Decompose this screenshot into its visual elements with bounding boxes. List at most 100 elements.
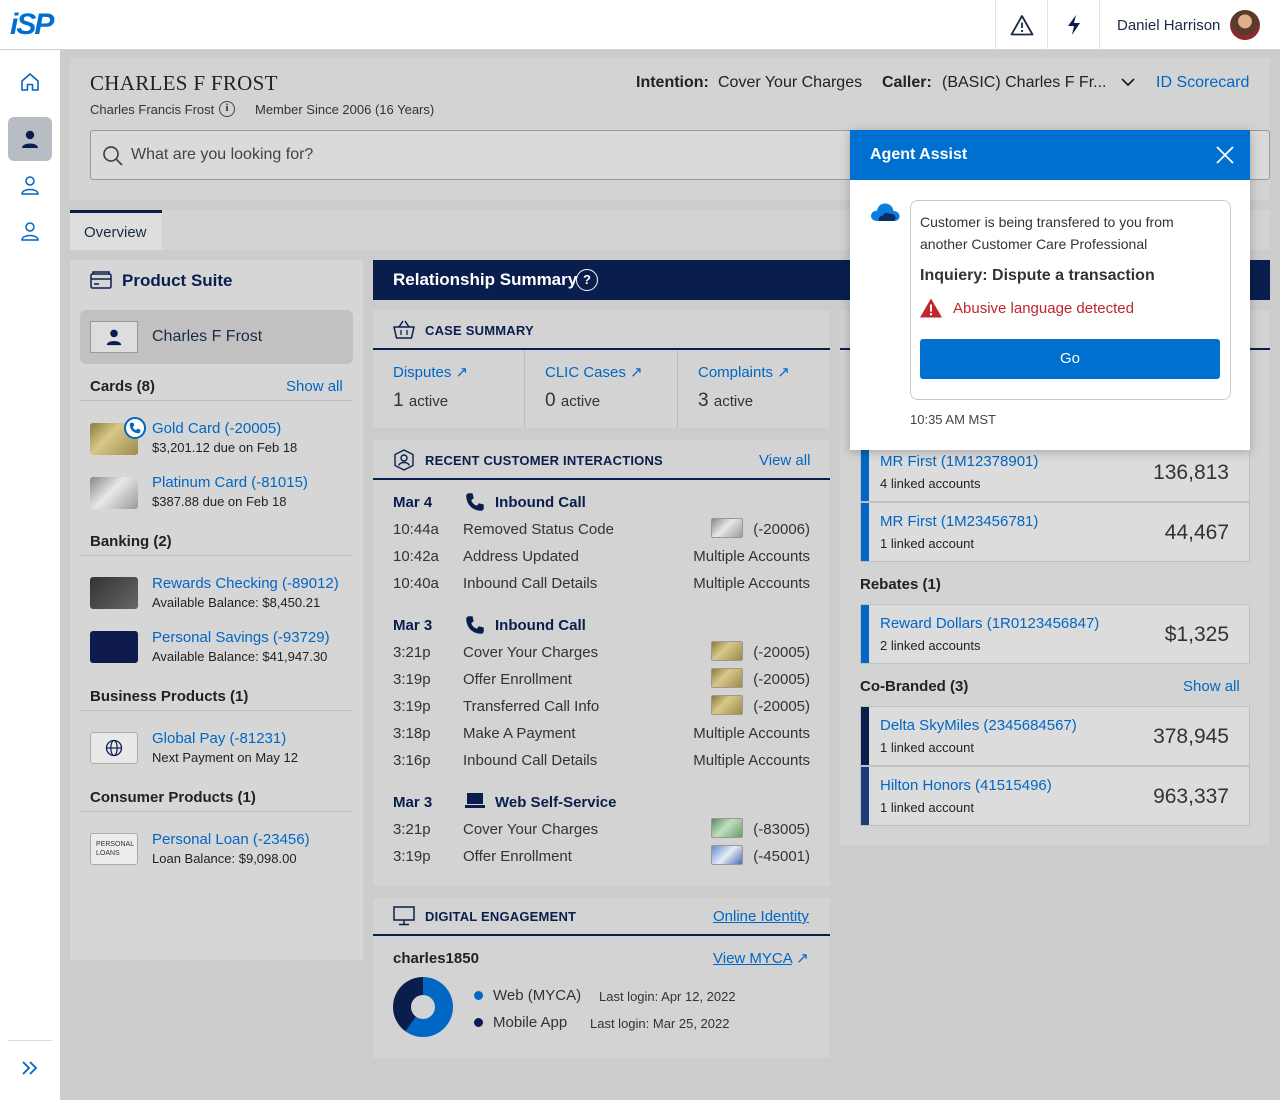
id-scorecard-link[interactable]: ID Scorecard [1156, 74, 1249, 92]
home-nav[interactable] [8, 60, 52, 104]
interactions-view-all-link[interactable]: View all [759, 452, 810, 469]
card-thumbnail [711, 695, 743, 715]
account-name[interactable]: MR First (1M12378901) [880, 453, 1038, 470]
co-branded-show-all-link[interactable]: Show all [1183, 678, 1240, 695]
alerts-button[interactable] [995, 0, 1047, 50]
platinum-card-due: $387.88 due on Feb 18 [152, 494, 287, 509]
interaction-type: Inbound Call [495, 494, 586, 511]
phone-icon [466, 616, 484, 634]
online-identity-link[interactable]: Online Identity [713, 908, 809, 925]
transfer-message: Customer is being transfered to you from… [920, 214, 1174, 252]
global-pay-image [90, 732, 138, 764]
customer-full-name: Charles Francis Frost [90, 102, 215, 117]
account-name[interactable]: Reward Dollars (1R0123456847) [880, 615, 1099, 632]
globe-icon [105, 739, 123, 757]
user-name[interactable]: Daniel Harrison [1117, 17, 1220, 34]
double-chevron-right-icon [22, 1061, 38, 1075]
person-icon [22, 130, 38, 148]
co-branded-account-card[interactable]: Hilton Honors (41515496) 1 linked accoun… [860, 766, 1250, 826]
app-logo[interactable]: iSP [10, 8, 54, 42]
interaction-account: (-20005) [753, 698, 810, 715]
interaction-description: Inbound Call Details [463, 752, 598, 769]
expand-sidebar-button[interactable] [8, 1046, 52, 1090]
card-thumbnail [711, 845, 743, 865]
banking-header: Banking (2) [90, 533, 172, 550]
mr-account-card[interactable]: MR First (1M23456781) 1 linked account 4… [860, 502, 1250, 562]
platinum-card-link[interactable]: Platinum Card (-81015) [152, 474, 308, 491]
card-thumbnail [711, 668, 743, 688]
interaction-account: (-20005) [753, 644, 810, 661]
caller-label: Caller: [882, 74, 932, 91]
account-name[interactable]: Hilton Honors (41515496) [880, 777, 1052, 794]
interaction-time: 3:16p [393, 752, 431, 769]
secondary-customer-nav[interactable] [8, 163, 52, 207]
divider [677, 350, 678, 428]
gold-card-due: $3,201.12 due on Feb 18 [152, 440, 298, 455]
clic-cases-link[interactable]: CLIC Cases ↗ [545, 363, 643, 381]
support-agent-icon [394, 449, 414, 471]
account-points: 44,467 [1164, 521, 1229, 544]
complaints-unit: active [713, 393, 754, 410]
caller-select[interactable]: (BASIC) Charles F Fr... [942, 74, 1106, 92]
personal-loan-badge: PERSONAL LOANS [90, 833, 138, 865]
view-myca-link[interactable]: View MYCA ↗ [713, 949, 809, 967]
personal-loan-link[interactable]: Personal Loan (-23456) [152, 831, 310, 848]
interaction-time: 3:19p [393, 848, 431, 865]
interaction-date: Mar 4 [393, 494, 433, 511]
gold-card-link[interactable]: Gold Card (-20005) [152, 420, 281, 437]
help-icon[interactable]: ? [576, 269, 598, 291]
user-avatar[interactable] [1230, 10, 1260, 40]
complaints-link[interactable]: Complaints ↗ [698, 363, 790, 381]
online-username: charles1850 [393, 950, 479, 967]
interaction-time: 10:42a [393, 548, 439, 565]
search-input[interactable] [131, 143, 831, 167]
account-linked: 4 linked accounts [880, 476, 981, 491]
interaction-time: 3:18p [393, 725, 431, 742]
account-accent [861, 605, 869, 663]
interaction-account: Multiple Accounts [693, 548, 810, 565]
go-button[interactable]: Go [920, 339, 1220, 379]
account-name[interactable]: Delta SkyMiles (2345684567) [880, 717, 1077, 734]
clic-cases-unit: active [560, 393, 601, 410]
account-name[interactable]: MR First (1M23456781) [880, 513, 1038, 530]
personal-savings-balance: Available Balance: $41,947.30 [152, 649, 328, 664]
interaction-time: 10:44a [393, 521, 439, 538]
complaints-count: 3 active [698, 390, 753, 412]
interaction-description: Cover Your Charges [463, 821, 599, 838]
external-arrow-icon: ↗ [455, 364, 469, 381]
mr-account-card[interactable]: MR First (1M12378901) 4 linked accounts … [860, 442, 1250, 502]
laptop-icon [465, 793, 485, 808]
channel-donut-chart [393, 977, 453, 1037]
savings-card-image [90, 631, 138, 663]
account-points: 378,945 [1153, 725, 1229, 748]
interaction-time: 10:40a [393, 575, 439, 592]
co-branded-account-card[interactable]: Delta SkyMiles (2345684567) 1 linked acc… [860, 706, 1250, 766]
lightning-icon [1067, 15, 1080, 35]
product-suite-customer-name: Charles F Frost [152, 328, 263, 345]
home-icon [21, 73, 39, 91]
platinum-card-image [90, 477, 138, 509]
divider [373, 934, 830, 936]
abusive-language-alert: Abusive language detected [953, 300, 1134, 317]
info-icon[interactable]: i [219, 101, 235, 117]
divider [80, 811, 352, 812]
interaction-time: 3:19p [393, 671, 431, 688]
consumer-products-header: Consumer Products (1) [90, 789, 256, 806]
tab-overview[interactable]: Overview [70, 210, 162, 250]
interactions-box [373, 440, 830, 886]
chevron-down-icon[interactable] [1120, 76, 1136, 88]
disputes-link[interactable]: Disputes ↗ [393, 363, 468, 381]
rebate-account-card[interactable]: Reward Dollars (1R0123456847) 2 linked a… [860, 604, 1250, 664]
personal-savings-link[interactable]: Personal Savings (-93729) [152, 629, 330, 646]
interaction-description: Cover Your Charges [463, 644, 599, 661]
cards-show-all-link[interactable]: Show all [286, 378, 343, 395]
rewards-checking-link[interactable]: Rewards Checking (-89012) [152, 575, 339, 592]
customer-nav[interactable] [8, 117, 52, 161]
quick-actions-button[interactable] [1047, 0, 1099, 50]
interaction-description: Offer Enrollment [463, 848, 572, 865]
close-icon[interactable] [1212, 142, 1238, 168]
interaction-account: (-83005) [753, 821, 810, 838]
third-customer-nav[interactable] [8, 209, 52, 253]
global-pay-link[interactable]: Global Pay (-81231) [152, 730, 286, 747]
person-outline-icon [21, 176, 39, 195]
